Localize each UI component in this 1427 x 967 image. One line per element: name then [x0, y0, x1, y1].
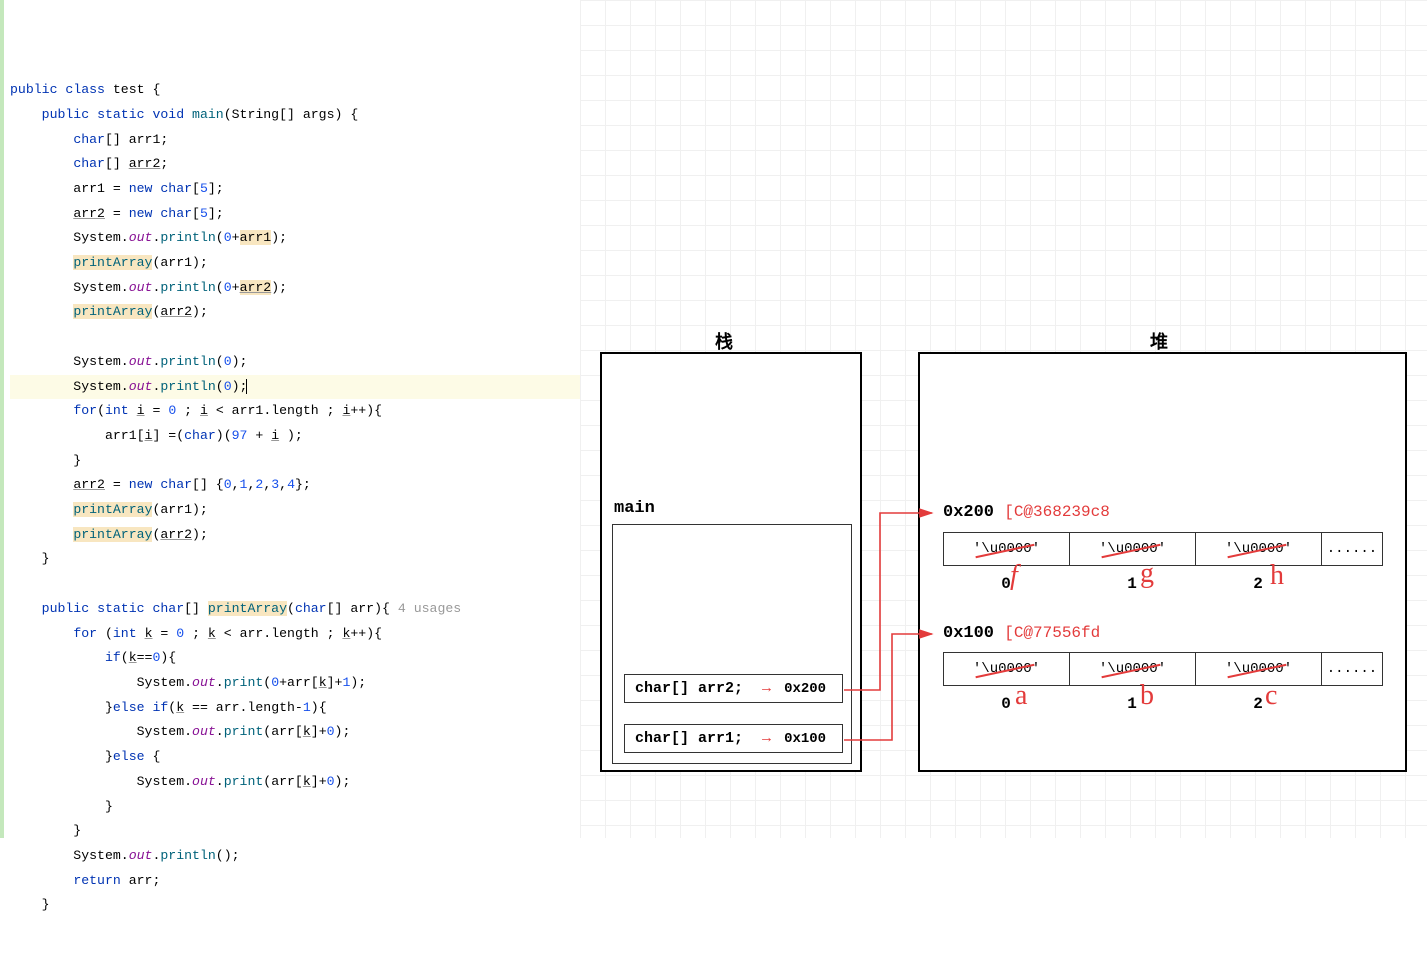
mem-cell-more: ...... — [1322, 653, 1382, 685]
code-line[interactable]: }else { — [10, 745, 580, 770]
code-line[interactable]: printArray(arr2); — [10, 523, 580, 548]
code-editor[interactable]: public class test { public static void m… — [0, 0, 580, 838]
code-line[interactable]: System.out.print(arr[k]+0); — [10, 770, 580, 795]
code-line[interactable]: arr2 = new char[5]; — [10, 202, 580, 227]
code-line[interactable]: printArray(arr1); — [10, 498, 580, 523]
code-line[interactable]: } — [10, 819, 580, 844]
code-line[interactable] — [10, 325, 580, 350]
code-line[interactable]: System.out.print(arr[k]+0); — [10, 720, 580, 745]
stack-title: 栈 — [715, 328, 733, 354]
var-arr2: char[] arr2; → 0x200 — [624, 674, 843, 703]
code-line[interactable]: arr1[i] =(char)(97 + i ); — [10, 424, 580, 449]
var-arr1: char[] arr1; → 0x100 — [624, 724, 843, 753]
code-line[interactable]: } — [10, 893, 580, 918]
heap-addr-2: 0x100 [C@77556fd — [943, 624, 1100, 643]
heap-title: 堆 — [1150, 328, 1168, 354]
heap-addr-1: 0x200 [C@368239c8 — [943, 503, 1110, 522]
code-line[interactable]: for(int i = 0 ; i < arr1.length ; i++){ — [10, 399, 580, 424]
stack-box: main char[] arr2; → 0x200 char[] arr1; →… — [600, 352, 862, 772]
arrow-right-icon: → — [762, 730, 771, 747]
main-frame-label: main — [614, 499, 655, 518]
memory-diagram: 栈 堆 main char[] arr2; → 0x200 char[] arr… — [580, 0, 1427, 838]
code-line[interactable]: System.out.println(); — [10, 844, 580, 869]
code-line[interactable]: }else if(k == arr.length-1){ — [10, 696, 580, 721]
heap-idx-2: 012 — [943, 695, 1321, 713]
code-line[interactable] — [10, 572, 580, 597]
code-line[interactable]: return arr; — [10, 869, 580, 894]
code-line[interactable]: public static void main(String[] args) { — [10, 103, 580, 128]
code-line[interactable]: printArray(arr1); — [10, 251, 580, 276]
code-line[interactable]: System.out.println(0+arr2); — [10, 276, 580, 301]
mem-cell-more: ...... — [1322, 533, 1382, 565]
code-line[interactable]: arr2 = new char[] {0,1,2,3,4}; — [10, 473, 580, 498]
code-line[interactable]: } — [10, 449, 580, 474]
arrow-right-icon: → — [762, 680, 771, 697]
code-line[interactable]: printArray(arr2); — [10, 300, 580, 325]
code-line[interactable]: char[] arr2; — [10, 152, 580, 177]
code-line[interactable]: System.out.println(0); — [10, 350, 580, 375]
code-line[interactable]: if(k==0){ — [10, 646, 580, 671]
code-line[interactable]: System.out.print(0+arr[k]+1); — [10, 671, 580, 696]
code-line[interactable]: char[] arr1; — [10, 128, 580, 153]
code-line[interactable]: System.out.println(0); — [10, 375, 580, 400]
code-line[interactable]: } — [10, 547, 580, 572]
code-line[interactable]: } — [10, 795, 580, 820]
code-line[interactable]: System.out.println(0+arr1); — [10, 226, 580, 251]
heap-idx-1: 012 — [943, 575, 1321, 593]
code-line[interactable]: for (int k = 0 ; k < arr.length ; k++){ — [10, 622, 580, 647]
code-line[interactable]: public class test { — [10, 78, 580, 103]
code-line[interactable]: public static char[] printArray(char[] a… — [10, 597, 580, 622]
code-line[interactable]: arr1 = new char[5]; — [10, 177, 580, 202]
